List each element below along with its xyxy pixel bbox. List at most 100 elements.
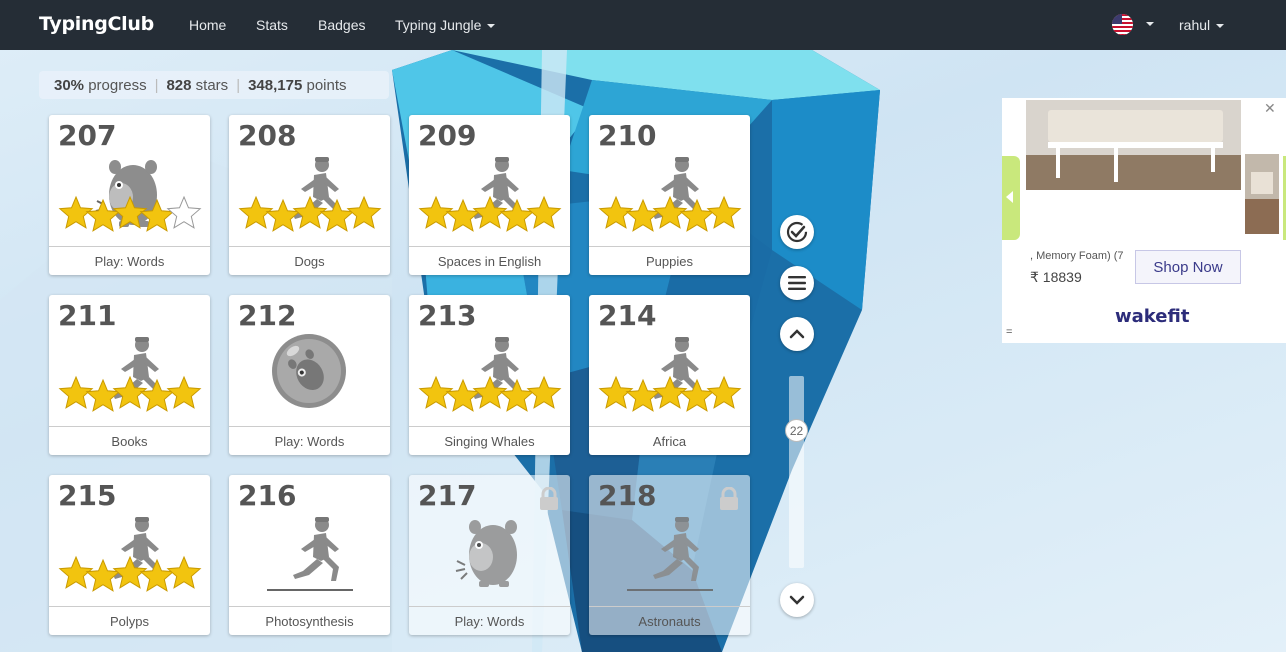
lesson-title: Astronauts <box>589 606 750 635</box>
progress-percent: 30% <box>54 76 85 94</box>
nav-typing-jungle-label: Typing Jungle <box>395 17 482 33</box>
lesson-card-218[interactable]: 218 Astronauts <box>589 475 750 635</box>
runner-icon <box>238 157 382 232</box>
user-menu-dropdown[interactable]: rahul <box>1179 17 1225 33</box>
divider: | <box>236 76 241 94</box>
stars-count: 828 <box>166 76 192 94</box>
lesson-card-217[interactable]: 217 Play: Words <box>409 475 570 635</box>
top-navbar: TypingClub Home Stats Badges Typing Jung… <box>0 0 1286 50</box>
scroll-down-button[interactable] <box>780 583 814 617</box>
star-filled-icon <box>166 375 202 409</box>
monster-icon <box>58 160 202 232</box>
star-filled-icon <box>85 558 121 592</box>
lesson-card-213[interactable]: 213 Singing Whales <box>409 295 570 455</box>
ad-product-price: ₹ 18839 <box>1030 269 1082 285</box>
nav-badges-link[interactable]: Badges <box>318 17 365 33</box>
lesson-title: Play: Words <box>49 246 210 275</box>
star-filled-icon <box>526 195 562 229</box>
star-filled-icon <box>319 198 355 232</box>
lesson-title: Singing Whales <box>409 426 570 455</box>
star-filled-icon <box>499 198 535 232</box>
star-filled-icon <box>166 555 202 589</box>
lesson-card-210[interactable]: 210 Puppies <box>589 115 750 275</box>
lesson-card-207[interactable]: 207 Play: Words <box>49 115 210 275</box>
nav-stats-link[interactable]: Stats <box>256 17 288 33</box>
user-name: rahul <box>1179 17 1211 33</box>
runner-icon <box>418 337 562 412</box>
lesson-title: Dogs <box>229 246 390 275</box>
language-chevron-down-icon[interactable] <box>1146 22 1154 26</box>
lesson-scrollbar-track[interactable] <box>789 376 804 568</box>
lesson-card-211[interactable]: 211 Books <box>49 295 210 455</box>
runner-icon <box>598 157 742 232</box>
star-filled-icon <box>445 378 481 412</box>
star-filled-icon <box>706 375 742 409</box>
check-circle-icon <box>786 221 808 243</box>
star-filled-icon <box>625 378 661 412</box>
chevron-down-icon <box>789 595 805 605</box>
star-filled-icon <box>139 378 175 412</box>
lesson-title: Africa <box>589 426 750 455</box>
chevron-up-icon <box>789 329 805 339</box>
ad-prev-arrow[interactable] <box>1002 156 1020 240</box>
star-filled-icon <box>625 198 661 232</box>
us-flag-icon[interactable] <box>1112 14 1133 35</box>
runner-icon <box>418 157 562 232</box>
monster-icon <box>455 520 517 587</box>
star-filled-icon <box>499 378 535 412</box>
lesson-card-215[interactable]: 215 Polyps <box>49 475 210 635</box>
ad-product-thumbnail[interactable] <box>1245 154 1279 234</box>
star-filled-icon <box>526 375 562 409</box>
star-filled-icon <box>445 198 481 232</box>
ad-menu-icon[interactable]: = <box>1006 326 1012 338</box>
lesson-title: Books <box>49 426 210 455</box>
lesson-card-212[interactable]: 212 Play: Words <box>229 295 390 455</box>
star-filled-icon <box>346 195 382 229</box>
chevron-down-icon <box>1216 24 1225 29</box>
close-icon[interactable]: ✕ <box>1264 100 1276 117</box>
menu-button[interactable] <box>780 266 814 300</box>
runner-icon <box>627 517 713 591</box>
lock-icon <box>720 487 738 510</box>
lesson-card-209[interactable]: 209 Spaces in English <box>409 115 570 275</box>
points-label: points <box>306 76 347 94</box>
hamburger-menu-icon <box>788 276 806 290</box>
lesson-title: Puppies <box>589 246 750 275</box>
lesson-card-214[interactable]: 214 Africa <box>589 295 750 455</box>
stars-label: stars <box>195 76 229 94</box>
progress-summary: 30% progress | 828 stars | 348,175 point… <box>39 71 389 99</box>
game-bubble-icon <box>272 334 346 408</box>
ad-product-description: , Memory Foam) (7 <box>1030 250 1124 262</box>
runner-icon <box>58 337 202 412</box>
runner-icon <box>267 517 353 591</box>
divider: | <box>154 76 159 94</box>
ad-shop-now-button[interactable]: Shop Now <box>1135 250 1241 284</box>
nav-home-link[interactable]: Home <box>189 17 226 33</box>
runner-icon <box>58 517 202 592</box>
ad-brand-logo[interactable]: wakefit <box>1115 306 1189 327</box>
lesson-title: Play: Words <box>229 426 390 455</box>
points-count: 348,175 <box>248 76 303 94</box>
lesson-title: Polyps <box>49 606 210 635</box>
star-filled-icon <box>706 195 742 229</box>
progress-label: progress <box>88 76 147 94</box>
check-circle-button[interactable] <box>780 215 814 249</box>
lesson-title: Photosynthesis <box>229 606 390 635</box>
star-filled-icon <box>265 198 301 232</box>
ad-product-image[interactable] <box>1026 100 1241 190</box>
lesson-scrollbar-knob[interactable]: 22 <box>785 419 808 442</box>
chevron-down-icon <box>487 24 496 29</box>
lesson-title: Play: Words <box>409 606 570 635</box>
advertisement[interactable]: ✕ , Memory Foam) (7 ₹ 18839 Shop Now wak… <box>1002 98 1286 343</box>
star-empty-icon <box>166 195 202 229</box>
star-filled-icon <box>85 378 121 412</box>
brand-logo[interactable]: TypingClub <box>39 13 154 35</box>
nav-typing-jungle-dropdown[interactable]: Typing Jungle <box>395 17 496 33</box>
runner-icon <box>598 337 742 412</box>
lesson-title: Spaces in English <box>409 246 570 275</box>
star-filled-icon <box>679 198 715 232</box>
lesson-card-216[interactable]: 216 Photosynthesis <box>229 475 390 635</box>
lesson-card-208[interactable]: 208 Dogs <box>229 115 390 275</box>
scroll-up-button[interactable] <box>780 317 814 351</box>
lock-icon <box>540 487 558 510</box>
